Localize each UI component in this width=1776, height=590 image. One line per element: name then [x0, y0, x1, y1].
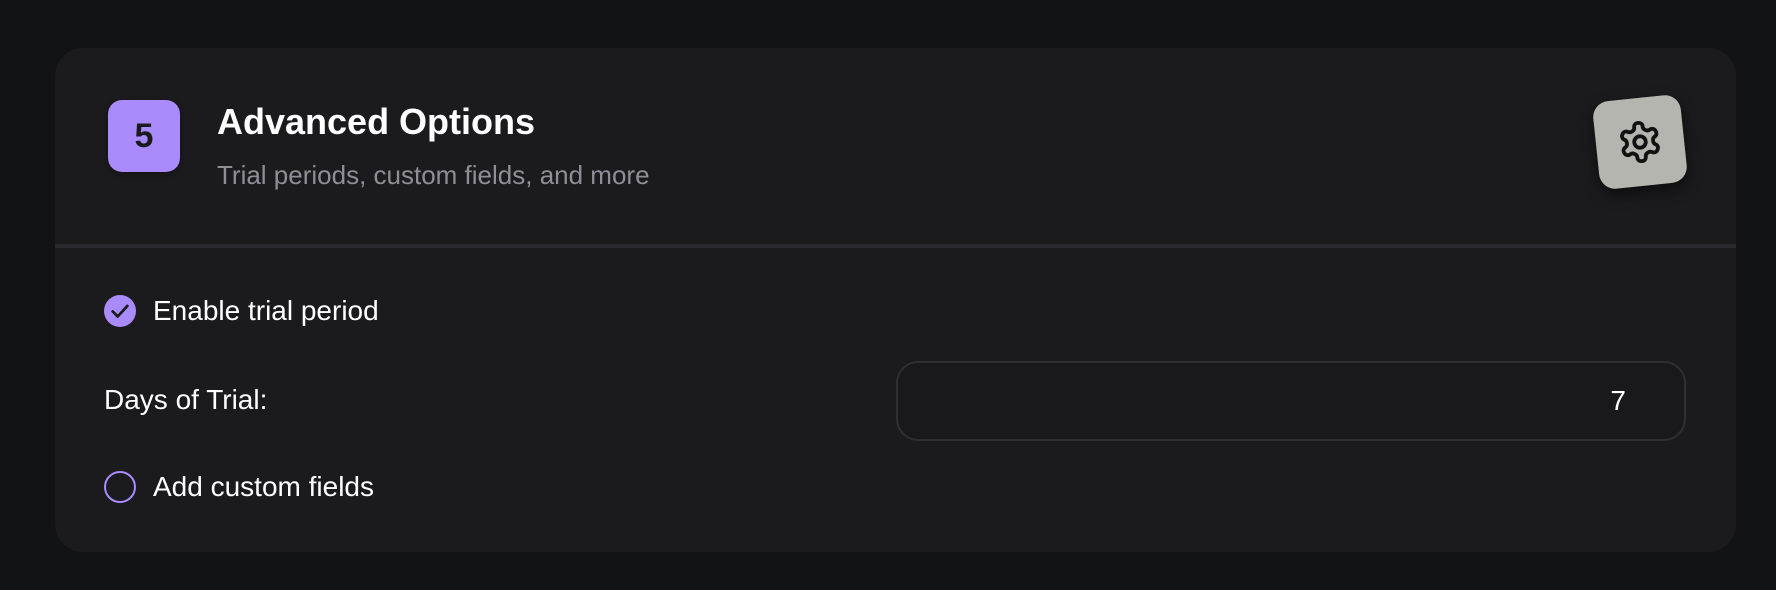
days-of-trial-label: Days of Trial: [104, 384, 268, 415]
custom-fields-option-label: Add custom fields [153, 471, 374, 502]
card-header: 5 Advanced Options Trial periods, custom… [55, 48, 1736, 244]
checkmark-icon [111, 304, 129, 318]
trial-option-label: Enable trial period [153, 295, 379, 326]
trial-checkbox[interactable] [104, 295, 136, 327]
custom-fields-checkbox[interactable] [104, 471, 136, 503]
settings-button[interactable] [1591, 93, 1689, 191]
days-of-trial-input[interactable] [896, 361, 1686, 441]
section-subtitle: Trial periods, custom fields, and more [217, 160, 650, 190]
custom-fields-option[interactable]: Add custom fields [104, 470, 374, 504]
enable-trial-option[interactable]: Enable trial period [104, 294, 379, 328]
header-divider [55, 244, 1736, 248]
step-number-badge: 5 [108, 100, 180, 172]
step-number: 5 [134, 116, 154, 155]
gear-icon [1620, 120, 1660, 164]
section-title: Advanced Options [217, 101, 536, 142]
advanced-options-card: 5 Advanced Options Trial periods, custom… [55, 48, 1736, 552]
